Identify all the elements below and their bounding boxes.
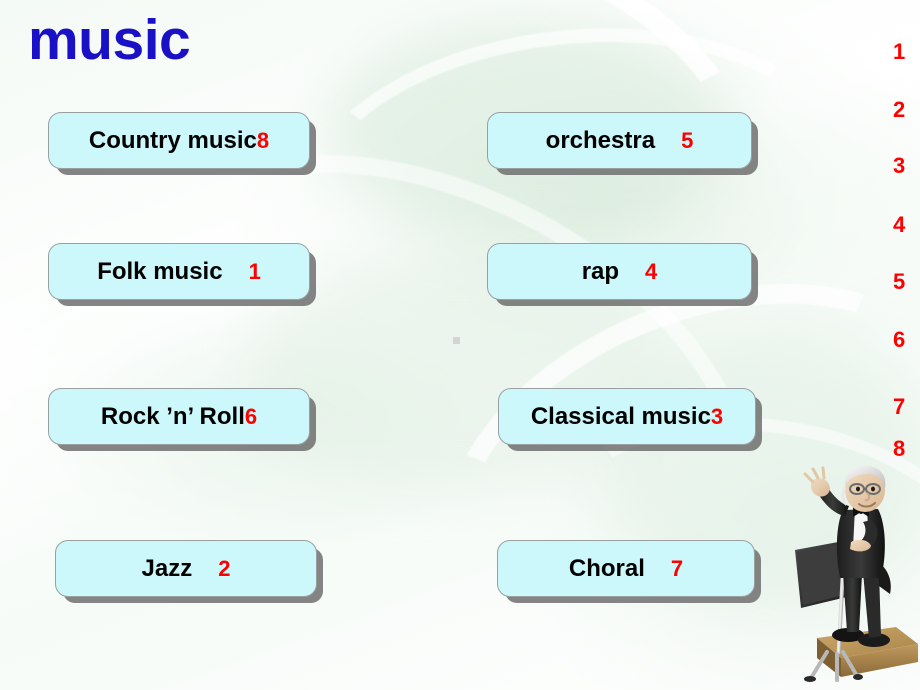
answer-number-2: 2 xyxy=(893,97,906,122)
answer-number-3: 3 xyxy=(893,153,906,178)
answer-number-6: 6 xyxy=(893,327,906,352)
answer-number-7: 7 xyxy=(893,394,906,419)
left-eye-shape xyxy=(856,486,860,492)
term-number: 1 xyxy=(248,258,261,284)
term-label: orchestra xyxy=(545,126,656,154)
answer-number-4: 4 xyxy=(893,212,906,237)
term-number: 8 xyxy=(256,127,270,153)
term-label: Folk music xyxy=(97,257,223,285)
answer-number-8: 8 xyxy=(893,436,906,461)
right-leg-shape xyxy=(863,572,881,638)
left-leg-shape xyxy=(843,572,862,632)
swirl-shape xyxy=(285,2,863,366)
term-label: Choral xyxy=(568,554,645,582)
term-box-folk-music[interactable]: Folk music 1 xyxy=(48,243,310,300)
term-box-rock-n-roll[interactable]: Rock ’n’ Roll 6 xyxy=(48,388,310,445)
term-box-country-music[interactable]: Country music 8 xyxy=(48,112,310,169)
term-label: Jazz xyxy=(141,554,193,582)
answer-number-5: 5 xyxy=(893,269,906,294)
term-box-classical-music[interactable]: Classical music 3 xyxy=(498,388,756,445)
term-box-choral[interactable]: Choral 7 xyxy=(497,540,755,597)
term-label: Country music xyxy=(88,126,257,154)
term-number: 4 xyxy=(645,258,658,284)
right-eye-shape xyxy=(871,486,875,492)
term-number: 5 xyxy=(681,127,694,153)
page-title: music xyxy=(28,8,191,72)
term-number: 6 xyxy=(244,403,258,429)
term-box-jazz[interactable]: Jazz 2 xyxy=(55,540,317,597)
term-label: rap xyxy=(581,257,620,285)
swirl-shape xyxy=(118,0,806,385)
term-number: 3 xyxy=(710,403,724,429)
conductor-clipart-icon xyxy=(795,465,918,682)
stray-marker-dot xyxy=(453,337,460,344)
term-number: 2 xyxy=(218,555,231,581)
term-number: 7 xyxy=(670,555,684,581)
term-label: Classical music xyxy=(530,402,711,430)
slide-canvas: music Country music 8 Folk music 1 Rock … xyxy=(0,0,920,690)
term-label: Rock ’n’ Roll xyxy=(100,402,245,430)
coat-tail-shape xyxy=(878,562,891,594)
term-box-rap[interactable]: rap 4 xyxy=(487,243,752,300)
term-box-orchestra[interactable]: orchestra 5 xyxy=(487,112,752,169)
answer-number-1: 1 xyxy=(893,39,906,64)
